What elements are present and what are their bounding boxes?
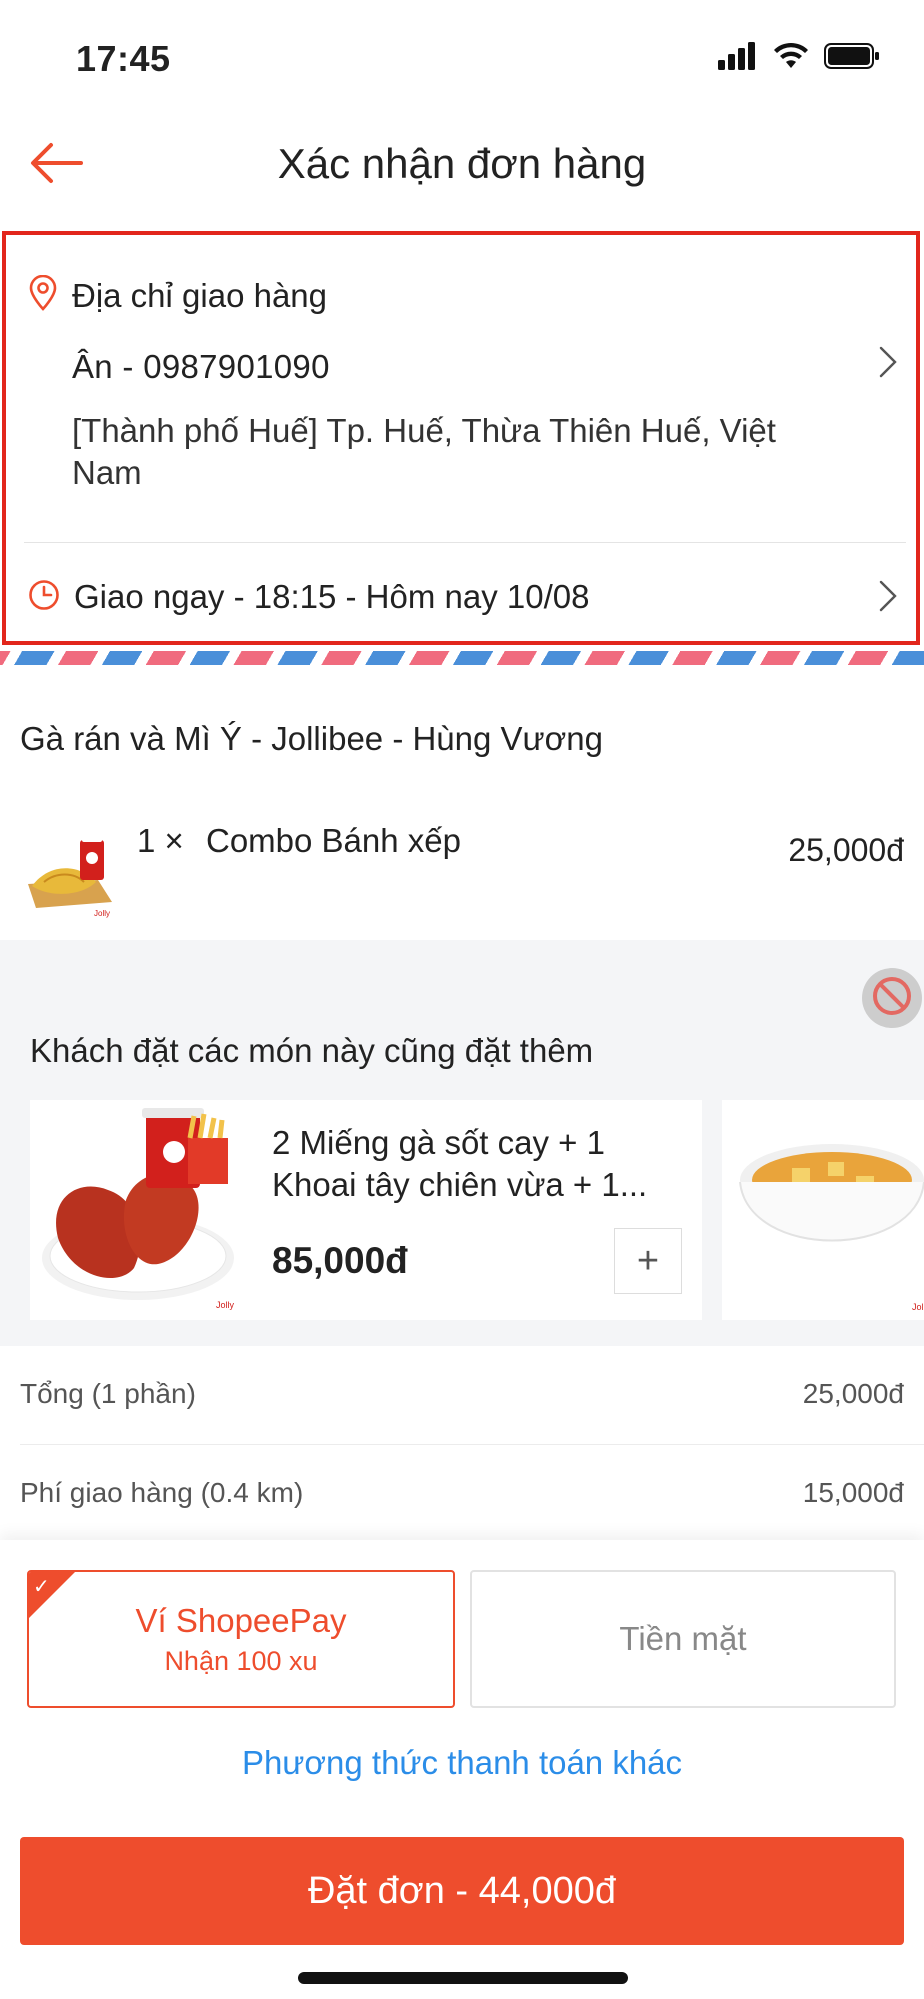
delivery-time-row[interactable]: Giao ngay - 18:15 - Hôm nay 10/08 — [28, 578, 589, 616]
address-line[interactable]: [Thành phố Huế] Tp. Huế, Thừa Thiên Huế,… — [72, 410, 832, 494]
delivery-time-text: Giao ngay - 18:15 - Hôm nay 10/08 — [74, 578, 590, 615]
subtotal-value: 25,000đ — [802, 1378, 904, 1409]
time-chevron-right-icon[interactable] — [878, 579, 898, 618]
soup-image: Jolly — [732, 1110, 924, 1319]
item-quantity: 1 × — [137, 822, 184, 859]
payment-option-shopeepay[interactable]: ✓ Ví ShopeePay Nhận 100 xu — [27, 1570, 455, 1708]
status-icons — [718, 42, 880, 75]
spicy-chicken-combo-image: Jolly — [38, 1108, 248, 1312]
delivery-info-card: Địa chỉ giao hàng Ân - 0987901090 [Thành… — [2, 231, 920, 645]
recommendation-item-price: 85,000đ — [272, 1240, 408, 1281]
payment-panel: ✓ Ví ShopeePay Nhận 100 xu Tiền mặt Phươ… — [0, 1540, 924, 1999]
wifi-icon — [772, 42, 810, 75]
divider — [24, 542, 906, 543]
svg-text:Jolly: Jolly — [912, 1302, 924, 1312]
block-icon — [870, 974, 914, 1023]
restaurant-name: Gà rán và Mì Ý - Jollibee - Hùng Vương — [20, 720, 603, 757]
combo-item-thumbnail: Jolly — [22, 826, 118, 918]
payment-option-reward: Nhận 100 xu — [164, 1645, 318, 1676]
recipient-contact[interactable]: Ân - 0987901090 — [72, 348, 330, 386]
other-payment-methods-link[interactable]: Phương thức thanh toán khác — [0, 1744, 924, 1782]
recommendation-item-name: 2 Miếng gà sốt cay + 1 Khoai tây chiên v… — [272, 1124, 648, 1203]
section-divider — [0, 940, 924, 950]
payment-option-cash[interactable]: Tiền mặt — [470, 1570, 896, 1708]
add-to-cart-button[interactable]: + — [614, 1228, 682, 1294]
item-name: Combo Bánh xếp — [206, 822, 461, 859]
payment-option-label: Tiền mặt — [619, 1620, 747, 1657]
page-title: Xác nhận đơn hàng — [277, 140, 647, 187]
status-bar: 17:45 — [0, 0, 924, 110]
location-pin-icon — [28, 274, 58, 316]
status-time: 17:45 — [76, 38, 171, 79]
shipping-fee-row: Phí giao hàng (0.4 km) 15,000đ — [20, 1477, 904, 1509]
divider — [20, 1444, 924, 1445]
recommendation-title: Khách đặt các món này cũng đặt thêm — [30, 1032, 594, 1069]
payment-option-label: Ví ShopeePay — [135, 1601, 347, 1639]
recommendation-card-partial[interactable]: Jolly — [722, 1100, 924, 1320]
place-order-button[interactable]: Đặt đơn - 44,000đ — [20, 1837, 904, 1945]
airmail-stripe-divider — [0, 651, 924, 665]
address-label-row: Địa chỉ giao hàng — [28, 274, 328, 316]
clock-icon — [28, 579, 60, 616]
section-spacer — [0, 948, 924, 984]
cellular-signal-icon — [718, 42, 758, 75]
checkmark-icon: ✓ — [33, 1576, 50, 1598]
header: Xác nhận đơn hàng — [0, 110, 924, 220]
battery-icon — [824, 42, 880, 75]
address-chevron-right-icon[interactable] — [878, 345, 898, 384]
hide-recommendations-button[interactable] — [862, 968, 922, 1028]
recommendation-card[interactable]: Jolly 2 Miếng gà sốt cay + 1 Khoai tây c… — [30, 1100, 702, 1320]
shipping-fee-label: Phí giao hàng (0.4 km) — [20, 1477, 304, 1508]
subtotal-label: Tổng (1 phần) — [20, 1378, 196, 1409]
subtotal-row: Tổng (1 phần) 25,000đ — [20, 1378, 904, 1410]
home-indicator[interactable] — [298, 1972, 628, 1984]
address-label: Địa chỉ giao hàng — [72, 276, 328, 314]
shipping-fee-value: 15,000đ — [802, 1477, 904, 1508]
svg-text:Jolly: Jolly — [94, 909, 110, 918]
item-price: 25,000đ — [788, 832, 904, 868]
svg-text:Jolly: Jolly — [216, 1300, 235, 1310]
